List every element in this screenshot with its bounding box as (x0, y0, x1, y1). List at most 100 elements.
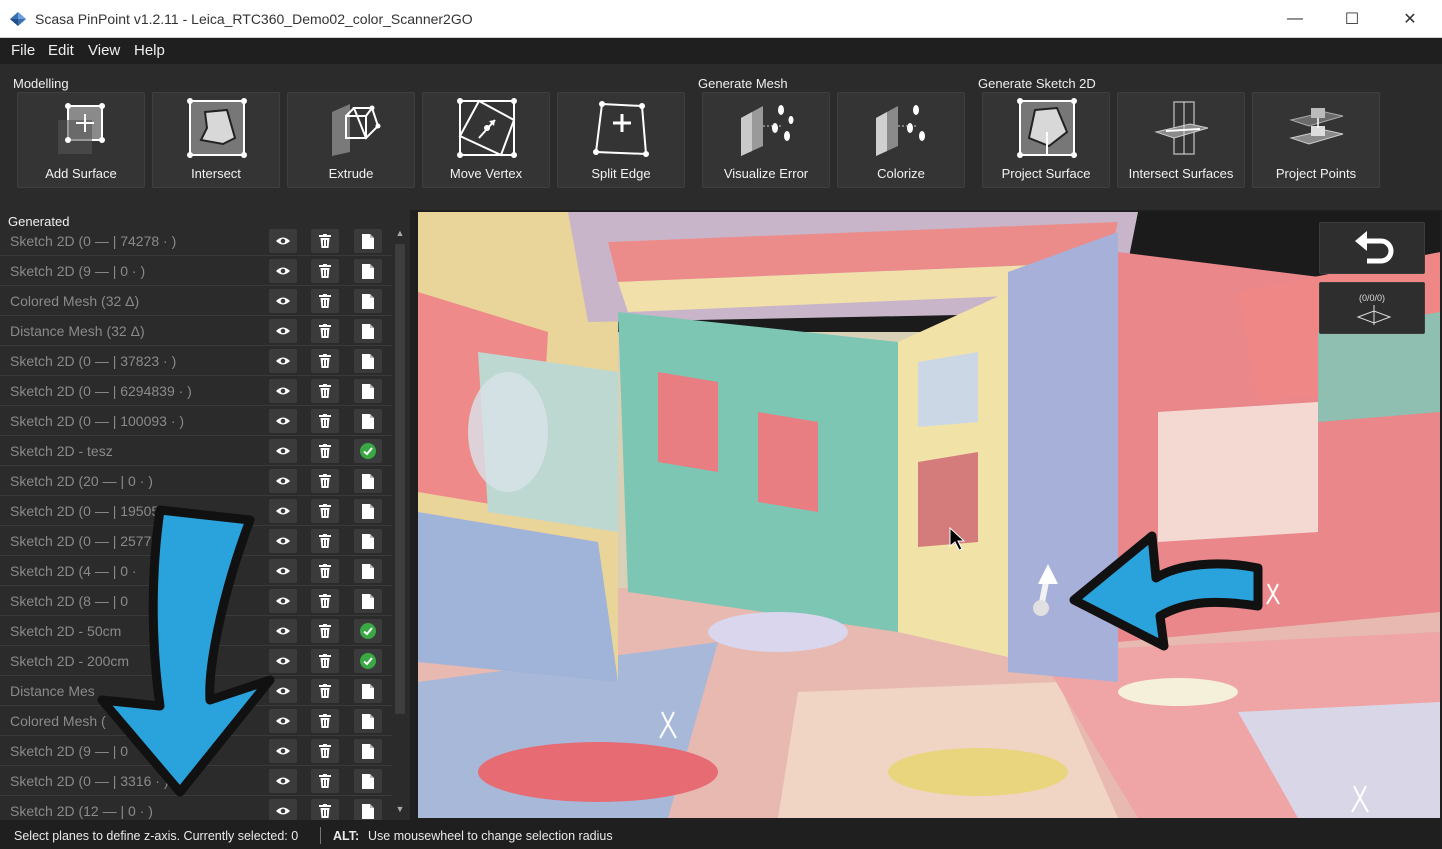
list-item-name[interactable]: Distance Mesh (32 Δ) (10, 323, 145, 339)
list-item-name[interactable]: Sketch 2D (4 — | 0 · (10, 563, 137, 579)
scroll-thumb[interactable] (395, 244, 405, 714)
list-item[interactable]: Sketch 2D (0 — | 6294839 · ) (0, 376, 392, 406)
visibility-eye-icon[interactable] (269, 379, 297, 403)
delete-trash-icon[interactable] (311, 229, 339, 253)
list-item[interactable]: Sketch 2D (20 — | 0 · ) (0, 466, 392, 496)
menu-view[interactable]: View (88, 42, 120, 59)
visibility-eye-icon[interactable] (269, 529, 297, 553)
list-item[interactable]: Sketch 2D (0 — | 37823 · ) (0, 346, 392, 376)
maximize-button[interactable]: ☐ (1322, 0, 1382, 38)
delete-trash-icon[interactable] (311, 379, 339, 403)
list-item[interactable]: Sketch 2D - tesz (0, 436, 392, 466)
point-cloud-viewport[interactable]: (0/0/0) (418, 212, 1440, 818)
visibility-eye-icon[interactable] (269, 229, 297, 253)
list-item-name[interactable]: Sketch 2D (0 — | 195056 (10, 503, 167, 519)
move-vertex-button[interactable]: Move Vertex (422, 92, 550, 188)
scroll-up-icon[interactable]: ▲ (392, 228, 408, 242)
delete-trash-icon[interactable] (311, 439, 339, 463)
delete-trash-icon[interactable] (311, 259, 339, 283)
list-item[interactable]: Sketch 2D (9 — | 0 · ) (0, 256, 392, 286)
list-item[interactable]: Sketch 2D (0 — | 195056 (0, 496, 392, 526)
delete-trash-icon[interactable] (311, 679, 339, 703)
visibility-eye-icon[interactable] (269, 469, 297, 493)
close-button[interactable]: ✕ (1380, 0, 1440, 38)
list-item[interactable]: Sketch 2D (12 — | 0 · ) (0, 796, 392, 820)
list-item[interactable]: Sketch 2D (0 — | 100093 · ) (0, 406, 392, 436)
list-item-name[interactable]: Distance Mes (10, 683, 95, 699)
minimize-button[interactable]: — (1265, 0, 1325, 38)
delete-trash-icon[interactable] (311, 499, 339, 523)
document-icon[interactable] (354, 589, 382, 613)
list-item-name[interactable]: Sketch 2D (0 — | 37823 · ) (10, 353, 176, 369)
delete-trash-icon[interactable] (311, 559, 339, 583)
list-item-name[interactable]: Sketch 2D - 50cm (10, 623, 121, 639)
list-item-name[interactable]: Sketch 2D (12 — | 0 · ) (10, 803, 153, 819)
delete-trash-icon[interactable] (311, 619, 339, 643)
colorize-button[interactable]: Colorize (837, 92, 965, 188)
document-icon[interactable] (354, 469, 382, 493)
document-icon[interactable] (354, 409, 382, 433)
list-item[interactable]: Sketch 2D (0 — | 2577 (0, 526, 392, 556)
intersect-button[interactable]: Intersect (152, 92, 280, 188)
visibility-eye-icon[interactable] (269, 709, 297, 733)
origin-axis-button[interactable]: (0/0/0) (1319, 282, 1425, 334)
list-item[interactable]: Colored Mesh (32 Δ) (0, 286, 392, 316)
list-item-name[interactable]: Sketch 2D (9 — | 0 (10, 743, 128, 759)
exported-check-icon[interactable] (354, 439, 382, 463)
document-icon[interactable] (354, 499, 382, 523)
scroll-down-icon[interactable]: ▼ (392, 804, 408, 818)
visibility-eye-icon[interactable] (269, 739, 297, 763)
list-item[interactable]: Sketch 2D (8 — | 0 (0, 586, 392, 616)
intersect-surfaces-button[interactable]: Intersect Surfaces (1117, 92, 1245, 188)
document-icon[interactable] (354, 229, 382, 253)
document-icon[interactable] (354, 799, 382, 820)
document-icon[interactable] (354, 319, 382, 343)
list-item[interactable]: Sketch 2D (0 — | 74278 · ) (0, 226, 392, 256)
exported-check-icon[interactable] (354, 619, 382, 643)
delete-trash-icon[interactable] (311, 409, 339, 433)
delete-trash-icon[interactable] (311, 589, 339, 613)
list-item-name[interactable]: Sketch 2D (0 — | 3316 · ) (10, 773, 168, 789)
visualize-error-button[interactable]: Visualize Error (702, 92, 830, 188)
list-item-name[interactable]: Sketch 2D (8 — | 0 (10, 593, 128, 609)
document-icon[interactable] (354, 559, 382, 583)
list-item-name[interactable]: Sketch 2D (20 — | 0 · ) (10, 473, 153, 489)
list-item[interactable]: Distance Mes (0, 676, 392, 706)
list-item-name[interactable]: Sketch 2D - 200cm (10, 653, 129, 669)
delete-trash-icon[interactable] (311, 769, 339, 793)
delete-trash-icon[interactable] (311, 529, 339, 553)
visibility-eye-icon[interactable] (269, 589, 297, 613)
list-item[interactable]: Sketch 2D - 50cm (0, 616, 392, 646)
menu-file[interactable]: File (11, 42, 35, 59)
reset-view-button[interactable] (1319, 222, 1425, 274)
menu-edit[interactable]: Edit (48, 42, 74, 59)
visibility-eye-icon[interactable] (269, 319, 297, 343)
visibility-eye-icon[interactable] (269, 769, 297, 793)
document-icon[interactable] (354, 289, 382, 313)
list-item[interactable]: Sketch 2D (4 — | 0 · (0, 556, 392, 586)
list-item-name[interactable]: Sketch 2D (0 — | 74278 · ) (10, 233, 176, 249)
delete-trash-icon[interactable] (311, 739, 339, 763)
visibility-eye-icon[interactable] (269, 259, 297, 283)
visibility-eye-icon[interactable] (269, 649, 297, 673)
document-icon[interactable] (354, 349, 382, 373)
list-item-name[interactable]: Colored Mesh (32 Δ) (10, 293, 139, 309)
delete-trash-icon[interactable] (311, 709, 339, 733)
list-item[interactable]: Colored Mesh ( (0, 706, 392, 736)
split-edge-button[interactable]: Split Edge (557, 92, 685, 188)
visibility-eye-icon[interactable] (269, 679, 297, 703)
menu-help[interactable]: Help (134, 42, 165, 59)
exported-check-icon[interactable] (354, 649, 382, 673)
list-item-name[interactable]: Colored Mesh ( (10, 713, 106, 729)
delete-trash-icon[interactable] (311, 289, 339, 313)
add-surface-button[interactable]: Add Surface (17, 92, 145, 188)
list-item-name[interactable]: Sketch 2D (0 — | 6294839 · ) (10, 383, 192, 399)
delete-trash-icon[interactable] (311, 349, 339, 373)
delete-trash-icon[interactable] (311, 799, 339, 820)
list-item[interactable]: Sketch 2D (9 — | 0 (0, 736, 392, 766)
project-surface-button[interactable]: Project Surface (982, 92, 1110, 188)
visibility-eye-icon[interactable] (269, 409, 297, 433)
list-item[interactable]: Sketch 2D - 200cm (0, 646, 392, 676)
document-icon[interactable] (354, 739, 382, 763)
visibility-eye-icon[interactable] (269, 349, 297, 373)
